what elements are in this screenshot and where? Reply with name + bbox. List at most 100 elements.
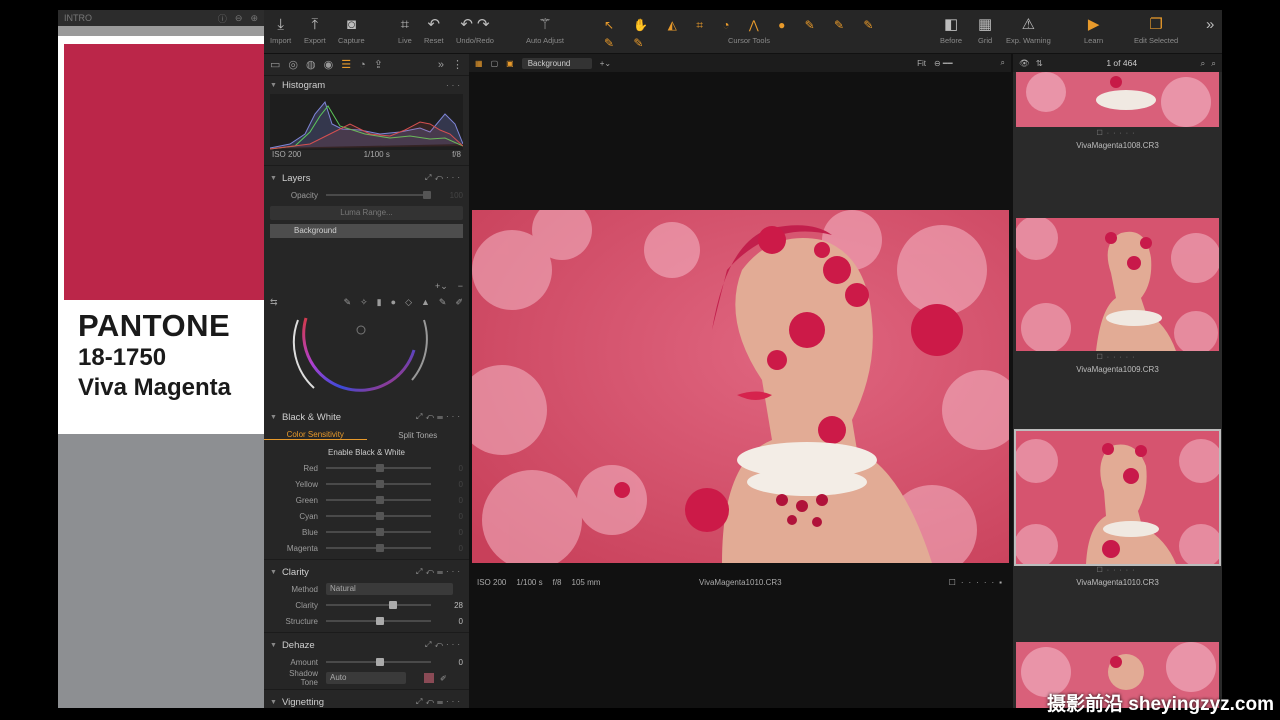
eyedropper-icon[interactable]: ✐ <box>440 674 447 683</box>
clarity-header[interactable]: ▼ Clarity ⤢↶☰··· <box>264 563 469 581</box>
section-tools-icons[interactable]: ⤢↶☰··· <box>416 412 463 422</box>
channel-slider[interactable] <box>326 464 431 472</box>
slider-knob[interactable] <box>376 528 385 536</box>
thumbnail-selected[interactable]: ☐····· VivaMagenta1010.CR3 <box>1014 429 1221 587</box>
before-button[interactable]: ◧ Before <box>940 16 962 45</box>
reset-button[interactable]: ↶ Reset <box>424 16 444 45</box>
single-view-icon[interactable]: ▢ <box>491 59 499 68</box>
grid-button[interactable]: ▦ Grid <box>978 16 992 45</box>
radial-gradient-icon[interactable]: ● <box>391 297 396 307</box>
luma-range-button[interactable]: Luma Range... <box>270 206 463 220</box>
thumbnail-rating[interactable]: ☐····· <box>1016 127 1219 141</box>
more-tabs-icon[interactable]: » <box>438 59 444 71</box>
shadow-tone-select[interactable]: Auto <box>326 672 406 684</box>
slider-knob[interactable] <box>376 658 385 666</box>
slider-knob[interactable] <box>376 617 385 625</box>
dehaze-header[interactable]: ▼ Dehaze ⤢↶··· <box>264 636 469 654</box>
refine-icon[interactable]: ✐ <box>455 297 463 308</box>
section-tools-icons[interactable]: ⤢↶☰··· <box>416 697 463 707</box>
section-tools-icons[interactable]: ⤢↶··· <box>425 173 463 183</box>
add-layer-icon[interactable]: +⌄ <box>435 281 448 292</box>
channel-slider[interactable] <box>326 544 431 552</box>
structure-slider[interactable] <box>326 617 431 625</box>
zoom-fit[interactable]: Fit <box>917 59 926 68</box>
export-button[interactable]: ⤒ Export <box>304 16 326 45</box>
tool-panel: ▭ ◎ ◍ ◉ ☰ ◔ ⇪ » ⋮ ▼ Histogram ··· ISO 20… <box>264 54 469 708</box>
multi-view-icon[interactable]: ▦ <box>475 59 483 68</box>
tab-color-sensitivity[interactable]: Color Sensitivity <box>264 430 367 440</box>
vignetting-header[interactable]: ▼ Vignetting ⤢↶☰··· <box>264 693 469 708</box>
layer-select[interactable]: Background <box>521 57 592 69</box>
opacity-knob[interactable] <box>423 191 431 199</box>
zoom-out-icon[interactable]: ⊖ <box>235 13 243 24</box>
black-white-header[interactable]: ▼ Black & White ⤢↶☰··· <box>264 408 469 426</box>
slider-knob[interactable] <box>376 496 385 504</box>
zoom-slider-icon[interactable]: ⊖ ━━ <box>934 59 953 68</box>
section-tools-icons[interactable]: ⤢↶☰··· <box>416 567 463 577</box>
slider-knob[interactable] <box>376 512 385 520</box>
tab-lens-icon[interactable]: ◍ <box>306 58 316 71</box>
auto-adjust-button[interactable]: ⚚ Auto Adjust <box>526 16 564 45</box>
learn-button[interactable]: ▶ Learn <box>1084 16 1103 45</box>
cursor-tools-group[interactable]: ↖ ✋ ◭ ⌗ ◔ ⋀ ● ✎ ✎ ✎ ✎ ✎ Cursor Tools <box>604 16 894 50</box>
channel-slider[interactable] <box>326 496 431 504</box>
star-rating[interactable]: ☐·····▪ <box>949 578 1007 587</box>
edit-selected-button[interactable]: ❐ Edit Selected <box>1134 16 1178 45</box>
kebab-menu-icon[interactable]: ⋮ <box>452 58 463 71</box>
slider-knob[interactable] <box>376 464 385 472</box>
tab-split-tones[interactable]: Split Tones <box>367 431 470 440</box>
exposure-warning-button[interactable]: ⚠ Exp. Warning <box>1006 16 1051 45</box>
channel-slider[interactable] <box>326 512 431 520</box>
magic-brush-icon[interactable]: ✧ <box>360 297 368 308</box>
opacity-slider[interactable] <box>326 191 431 199</box>
swap-icon[interactable]: ⇆ <box>270 297 278 308</box>
main-photo[interactable] <box>472 210 1009 563</box>
clarity-slider[interactable] <box>326 601 431 609</box>
slider-knob[interactable] <box>376 480 385 488</box>
thumbnail-rating[interactable]: ☐····· <box>1016 351 1219 365</box>
tab-output-icon[interactable]: ⇪ <box>374 58 383 71</box>
amount-slider[interactable] <box>326 658 431 666</box>
more-icon[interactable]: ··· <box>446 81 463 90</box>
shadow-color-swatch[interactable] <box>424 673 434 683</box>
eraser-icon[interactable]: ◇ <box>405 297 412 308</box>
search-icon[interactable]: ⌕ <box>1200 58 1205 69</box>
tab-exposure-icon[interactable]: ☰ <box>341 58 351 71</box>
thumbnail[interactable]: ☐····· VivaMagenta1008.CR3 <box>1016 72 1219 150</box>
proof-view-icon[interactable]: ▣ <box>506 59 514 68</box>
channel-slider[interactable] <box>326 480 431 488</box>
live-button[interactable]: ⌗ Live <box>398 16 412 45</box>
section-tools-icons[interactable]: ⤢↶··· <box>425 640 463 650</box>
layer-background[interactable]: Background <box>270 224 463 238</box>
brush-icon[interactable]: ✎ <box>344 297 352 308</box>
remove-layer-icon[interactable]: − <box>458 281 463 291</box>
thumbnail-rating[interactable]: ☐····· <box>1016 564 1219 578</box>
toolbar-more-button[interactable]: » <box>1206 16 1214 36</box>
enable-bw-row[interactable]: Enable Black & White <box>264 444 469 460</box>
import-button[interactable]: ⤓ Import <box>270 16 291 45</box>
channel-slider[interactable] <box>326 528 431 536</box>
color-wheel[interactable] <box>264 310 469 408</box>
eye-icon[interactable]: 👁 <box>1019 58 1030 69</box>
sort-icon[interactable]: ⇅ <box>1036 58 1043 69</box>
draw-icon[interactable]: ✎ <box>439 297 447 308</box>
info-icon[interactable]: ⓘ <box>218 12 227 25</box>
tab-capture-icon[interactable]: ◎ <box>288 58 298 71</box>
slider-knob[interactable] <box>376 544 385 552</box>
add-icon[interactable]: +⌄ <box>600 59 611 68</box>
tab-color-icon[interactable]: ◉ <box>324 58 334 71</box>
method-select[interactable]: Natural <box>326 583 453 595</box>
fill-icon[interactable]: ▲ <box>421 297 430 307</box>
undo-redo-button[interactable]: ↶ ↷ Undo/Redo <box>456 16 494 45</box>
slider-knob[interactable] <box>389 601 397 609</box>
zoom-in-icon[interactable]: ⊕ <box>250 13 258 24</box>
thumbnail[interactable]: ☐····· VivaMagenta1009.CR3 <box>1016 218 1219 374</box>
tab-library-icon[interactable]: ▭ <box>270 58 280 71</box>
search-icon[interactable]: ⌕ <box>1001 58 1005 68</box>
tab-details-icon[interactable]: ◔ <box>359 59 366 71</box>
layers-header[interactable]: ▼ Layers ⤢↶··· <box>264 169 469 187</box>
histogram-header[interactable]: ▼ Histogram ··· <box>264 76 469 94</box>
linear-gradient-icon[interactable]: ▮ <box>377 297 382 308</box>
filter-icon[interactable]: ⌕ <box>1211 58 1216 69</box>
capture-button[interactable]: ◙ Capture <box>338 16 365 45</box>
